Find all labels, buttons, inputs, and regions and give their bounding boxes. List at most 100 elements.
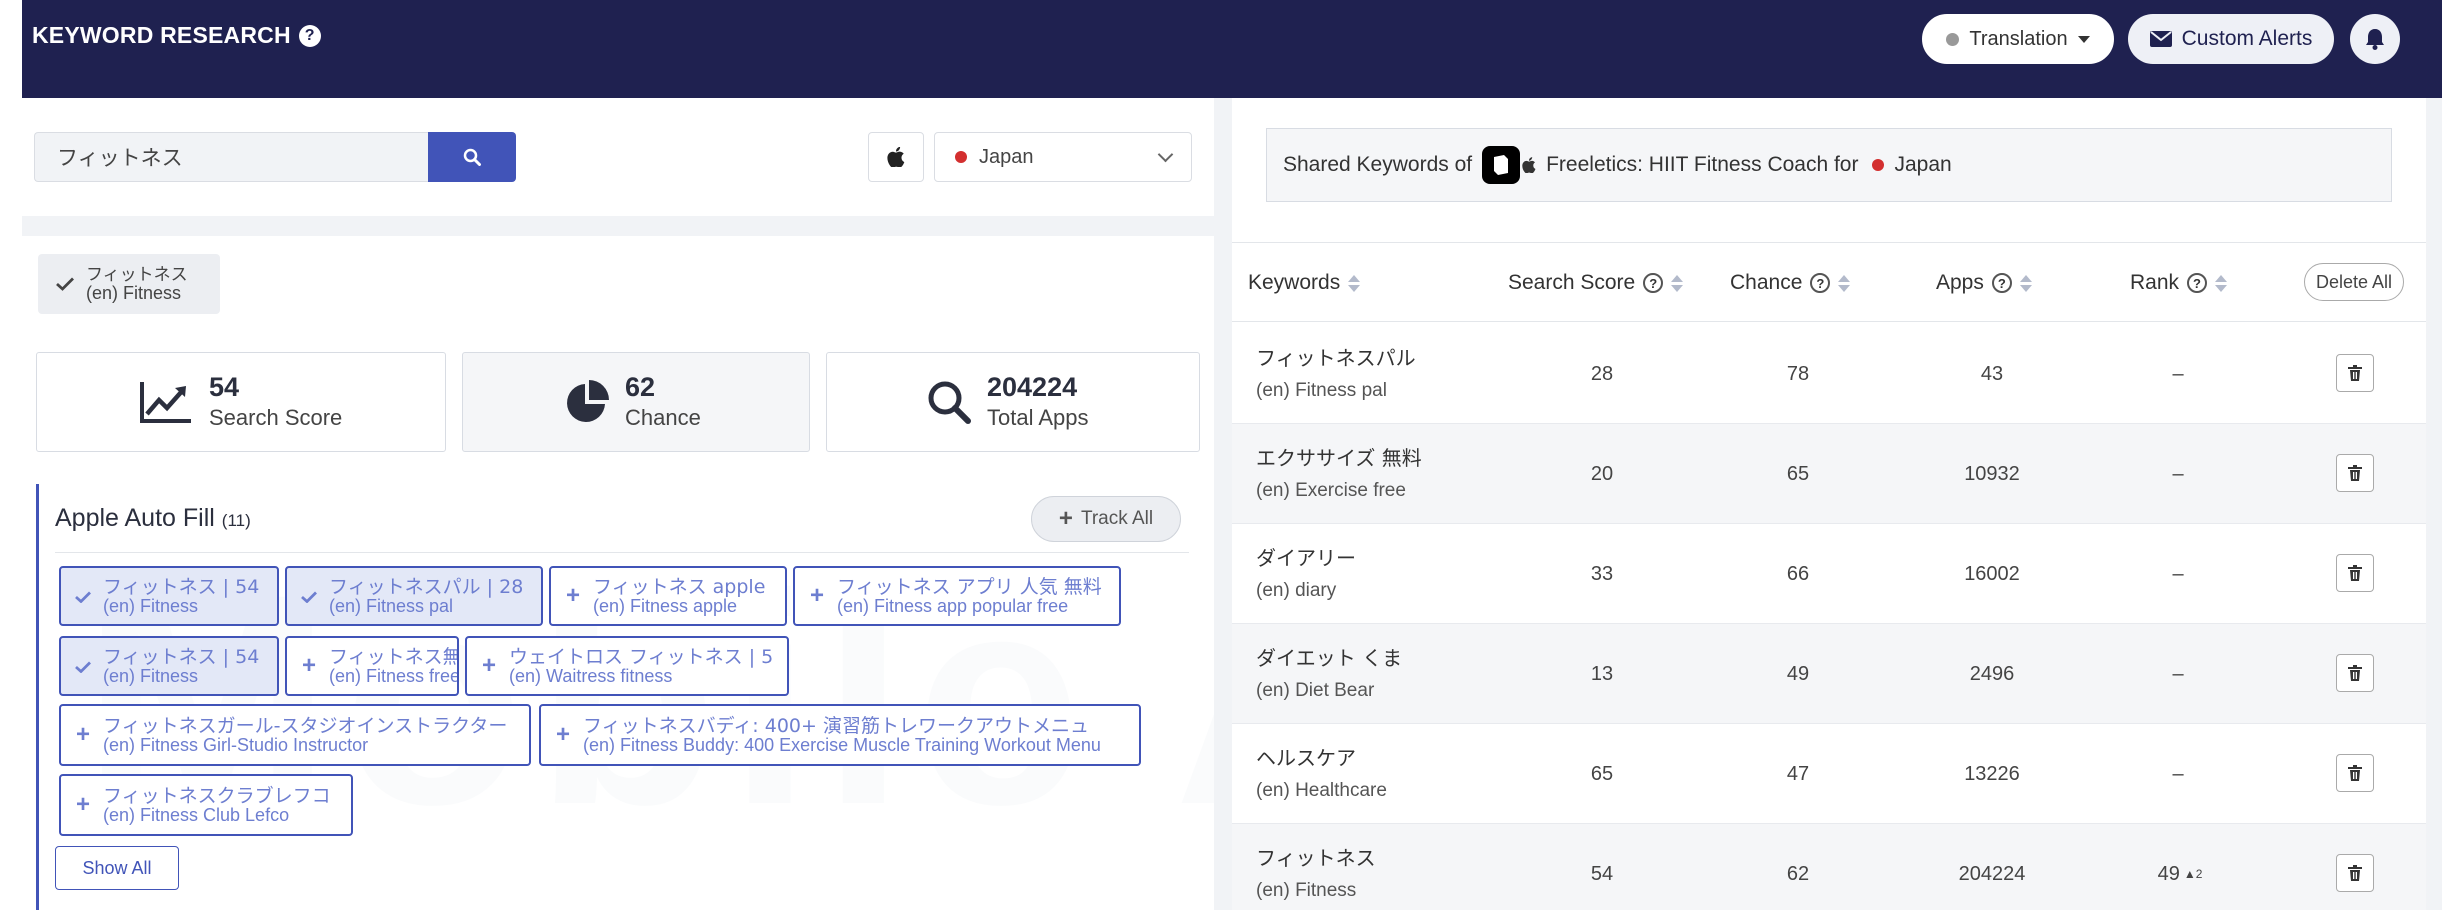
help-icon[interactable]: ? [298, 24, 321, 47]
column-apps[interactable]: Apps ? [1936, 243, 2032, 323]
shared-keywords-panel: Shared Keywords of Freeletics: HIIT Fitn… [1232, 98, 2426, 910]
delete-row-button[interactable] [2336, 854, 2374, 892]
row-apps: 43 [1980, 362, 2004, 385]
autofill-chip[interactable]: + フィットネス無料(en) Fitness free [285, 636, 459, 696]
chip-keyword-jp: フィットネスクラブレフコ [103, 784, 331, 807]
chip-keyword-en: (en) Fitness app popular free [837, 595, 1069, 616]
chip-keyword-jp: フィットネス apple [593, 575, 766, 598]
column-chance-label: Chance [1730, 271, 1803, 294]
delete-all-button[interactable]: Delete All [2304, 263, 2404, 301]
custom-alerts-label: Custom Alerts [2181, 27, 2313, 50]
shared-country: Japan [1894, 153, 1952, 176]
sort-icon [1348, 274, 1361, 292]
help-icon[interactable]: ? [1991, 273, 2012, 293]
row-keyword-en: (en) Healthcare [1256, 780, 1387, 801]
delete-row-button[interactable] [2336, 754, 2374, 792]
help-icon[interactable]: ? [1810, 273, 1831, 293]
show-all-button[interactable]: Show All [55, 846, 179, 890]
chip-keyword-en: (en) Fitness Girl-Studio Instructor [103, 734, 369, 755]
translation-label: Translation [1969, 27, 2068, 50]
chance-label: Chance [625, 405, 701, 430]
chip-keyword-jp: フィットネスガール-スタジオインストラクター [103, 714, 508, 737]
row-search-score: 28 [1590, 362, 1614, 385]
autofill-chip[interactable]: + フィットネスバディ: 400+ 演習筋トレワークアウトメニュ (en) Fit… [539, 704, 1141, 766]
autofill-chip[interactable]: フィットネスパル | 28 (en) Fitness pal [285, 566, 543, 626]
search-button[interactable] [428, 132, 516, 182]
check-icon [301, 582, 317, 610]
row-rank-value: – [2172, 762, 2184, 785]
autofill-chip[interactable]: + ウェイトロス フィットネス | 5 (en) Waitress fitness [465, 636, 789, 696]
pie-chart-icon [567, 380, 609, 422]
caret-down-icon [2077, 35, 2090, 43]
shared-app-name: Freeletics: HIIT Fitness Coach for [1546, 153, 1859, 176]
row-search-score: 33 [1590, 562, 1614, 585]
row-keyword-jp: ヘルスケア [1256, 746, 1356, 770]
delete-row-button[interactable] [2336, 554, 2374, 592]
platform-ios-button[interactable] [868, 132, 924, 182]
plus-icon: + [1058, 505, 1073, 532]
japan-flag-icon [955, 151, 967, 163]
table-row: ダイアリー (en) diary 33 66 16002 – [1232, 524, 2426, 624]
autofill-chip[interactable]: フィットネス | 54 (en) Fitness [59, 636, 279, 696]
chance-card: 62 Chance [462, 352, 810, 452]
chip-keyword-jp: フィットネス無料 [329, 645, 457, 668]
selected-keyword-chip[interactable]: フィットネス (en) Fitness [38, 254, 220, 314]
track-all-button[interactable]: + Track All [1031, 496, 1181, 542]
plus-icon: + [301, 652, 316, 679]
keyword-search-value: フィットネス [57, 146, 183, 170]
row-search-score: 65 [1590, 762, 1614, 785]
row-search-score: 20 [1590, 462, 1614, 485]
row-keyword-en: (en) Diet Bear [1256, 680, 1375, 701]
chip-keyword-en: (en) Fitness Buddy: 400 Exercise Muscle … [583, 734, 1101, 755]
search-icon [928, 381, 971, 424]
delete-row-button[interactable] [2336, 354, 2374, 392]
search-score-card: 54 Search Score [36, 352, 446, 452]
row-rank-change: ▲2 [2183, 867, 2203, 881]
row-rank: – [2120, 724, 2240, 824]
plus-icon: + [75, 721, 90, 748]
delete-row-button[interactable] [2336, 454, 2374, 492]
apple-icon [1522, 157, 1536, 173]
shared-keywords-prefix: Shared Keywords of [1283, 153, 1473, 176]
row-apps: 2496 [1969, 662, 2015, 685]
help-icon[interactable]: ? [1643, 273, 1664, 293]
sort-icon [1838, 274, 1851, 292]
custom-alerts-button[interactable]: Custom Alerts [2128, 14, 2334, 64]
chip-keyword-en: (en) Fitness free [329, 665, 459, 686]
country-select[interactable]: Japan [934, 132, 1192, 182]
autofill-chip[interactable]: + フィットネス アプリ 人気 無料 (en) Fitness app popul… [793, 566, 1121, 626]
column-keywords[interactable]: Keywords [1248, 243, 1361, 323]
trash-icon [2348, 565, 2362, 581]
chip-keyword-jp: フィットネスバディ: 400+ 演習筋トレワークアウトメニュ [583, 714, 1089, 737]
chip-keyword-jp: フィットネス | 54 [103, 575, 260, 598]
autofill-chip[interactable]: + フィットネスクラブレフコ (en) Fitness Club Lefco [59, 774, 353, 836]
plus-icon: + [555, 721, 570, 748]
total-apps-card: 204224 Total Apps [826, 352, 1200, 452]
help-icon[interactable]: ? [2187, 273, 2208, 293]
delete-row-button[interactable] [2336, 654, 2374, 692]
sort-icon [2019, 274, 2032, 292]
japan-flag-icon [1872, 159, 1885, 171]
column-rank[interactable]: Rank ? [2130, 243, 2228, 323]
chevron-down-icon [1157, 146, 1174, 163]
search-score-value: 54 [209, 372, 240, 402]
row-rank-value: – [2172, 362, 2184, 385]
notifications-button[interactable] [2350, 14, 2400, 64]
column-search-score[interactable]: Search Score ? [1508, 243, 1684, 323]
autofill-chip[interactable]: + フィットネスガール-スタジオインストラクター (en) Fitness Gir… [59, 704, 531, 766]
trash-icon [2348, 465, 2362, 481]
row-search-score: 13 [1590, 662, 1614, 685]
row-chance: 49 [1786, 662, 1810, 685]
autofill-chip[interactable]: フィットネス | 54 (en) Fitness [59, 566, 279, 626]
plus-icon: + [75, 791, 90, 818]
row-rank: – [2120, 324, 2240, 424]
column-apps-label: Apps [1936, 271, 1984, 294]
autofill-chip[interactable]: + フィットネス apple (en) Fitness apple [549, 566, 787, 626]
row-keyword-en: (en) Fitness [1256, 880, 1357, 901]
chip-keyword-en: (en) Waitress fitness [509, 665, 673, 686]
translation-dropdown[interactable]: Translation [1922, 14, 2114, 64]
column-chance[interactable]: Chance ? [1730, 243, 1851, 323]
keyword-search-input[interactable]: フィットネス [34, 132, 428, 182]
apple-icon [887, 147, 905, 167]
selected-keyword-jp: フィットネス [86, 265, 188, 285]
